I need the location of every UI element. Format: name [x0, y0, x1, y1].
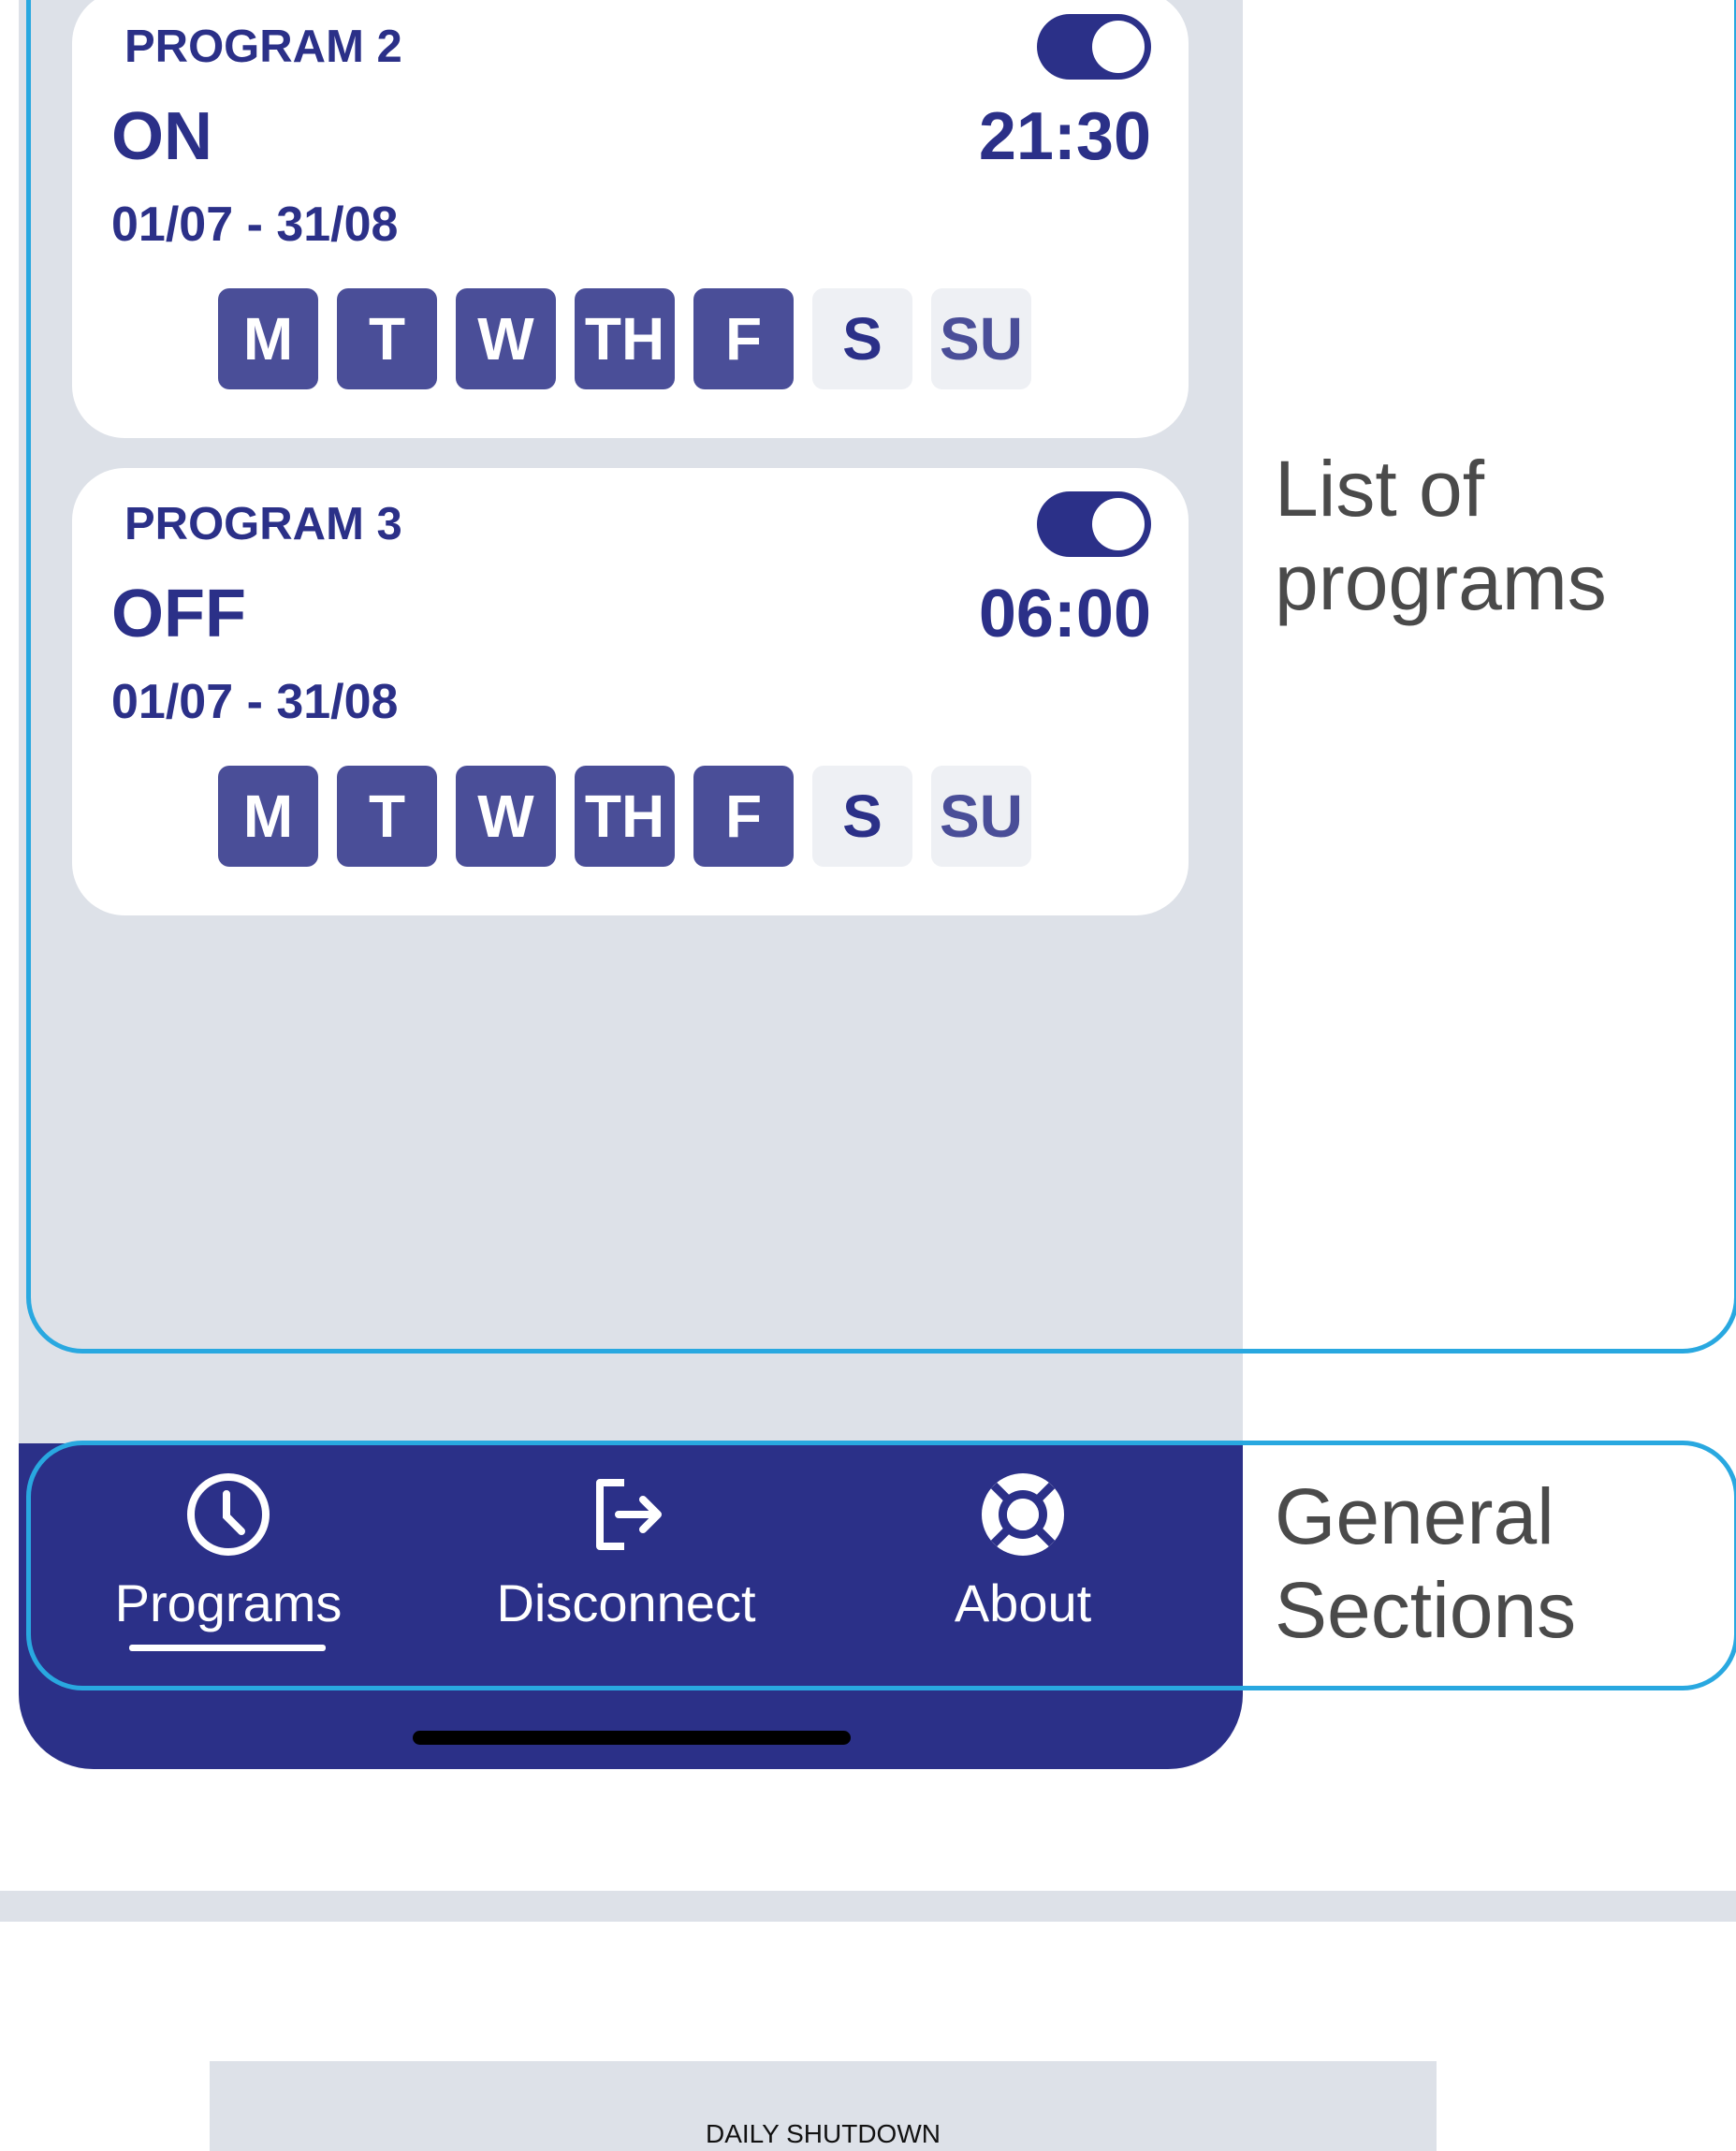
annotation-programs: List of programs — [1275, 442, 1607, 629]
annotation-text: General — [1275, 1472, 1554, 1560]
annotation-text: List of — [1275, 445, 1485, 533]
panel-title: DAILY SHUTDOWN — [706, 2119, 941, 2148]
next-screen-panel: DAILY SHUTDOWN — [210, 2061, 1437, 2151]
annotation-sections: General Sections — [1275, 1470, 1576, 1657]
home-indicator — [413, 1731, 851, 1745]
programs-region-outline — [26, 0, 1736, 1354]
section-divider — [0, 1891, 1736, 1922]
annotation-text: Sections — [1275, 1566, 1577, 1654]
annotation-text: programs — [1275, 538, 1607, 626]
